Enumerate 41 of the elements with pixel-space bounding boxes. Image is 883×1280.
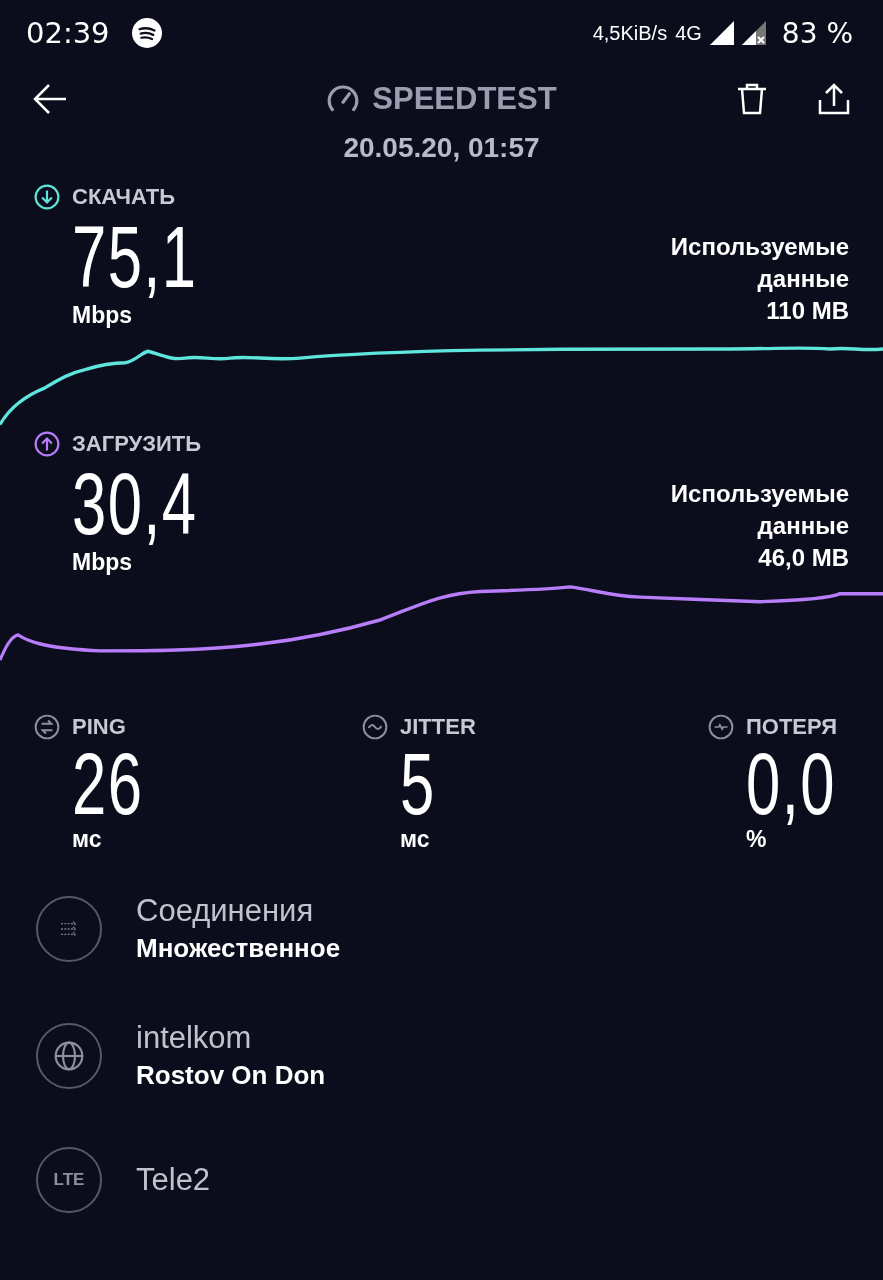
info-subtitle: Множественное bbox=[136, 933, 341, 964]
connections-icon bbox=[36, 895, 102, 962]
stat-label: PING bbox=[72, 714, 126, 740]
used-data-label: Используемые данные bbox=[669, 479, 849, 541]
speed-unit: Mbps bbox=[72, 302, 134, 329]
music-app-icon bbox=[131, 18, 162, 48]
used-data-value: 110 MB bbox=[766, 296, 849, 326]
loss-icon bbox=[708, 714, 734, 740]
stat-value: 5 bbox=[400, 740, 436, 828]
info-title: Соединения bbox=[136, 893, 315, 929]
battery-level: 83 % bbox=[781, 16, 853, 50]
info-title: intelkom bbox=[136, 1020, 253, 1056]
stat-unit: мс bbox=[72, 826, 102, 852]
info-subtitle: Rostov On Don bbox=[136, 1060, 326, 1091]
signal-icon bbox=[709, 21, 734, 45]
result-label: ЗАГРУЗИТЬ bbox=[72, 431, 202, 457]
globe-icon bbox=[36, 1022, 102, 1089]
stat-value: 0,0 bbox=[746, 740, 836, 828]
network-type: 4G bbox=[675, 21, 702, 45]
speed-value: 30,4 bbox=[72, 460, 198, 548]
share-icon[interactable] bbox=[817, 82, 851, 116]
app-title: SPEEDTEST bbox=[372, 81, 557, 117]
speed-value: 75,1 bbox=[72, 213, 198, 301]
ping-icon bbox=[34, 714, 60, 740]
no-signal-icon bbox=[741, 21, 766, 45]
speed-unit: Mbps bbox=[72, 549, 134, 576]
jitter-icon bbox=[362, 714, 388, 740]
result-label: СКАЧАТЬ bbox=[72, 184, 176, 210]
stat-unit: мс bbox=[400, 826, 430, 852]
clock: 02:39 bbox=[26, 16, 110, 50]
used-data-value: 46,0 MB bbox=[758, 543, 849, 573]
trash-icon[interactable] bbox=[735, 82, 769, 116]
used-data-label: Используемые данные bbox=[669, 232, 849, 294]
network-type-icon: LTE bbox=[36, 1147, 102, 1213]
info-title: Tele2 bbox=[136, 1162, 211, 1198]
network-speed: 4,5KiB/s bbox=[592, 21, 668, 45]
test-date: 20.05.20, 01:57 bbox=[342, 132, 541, 165]
stat-label: ПОТЕРЯ bbox=[746, 714, 837, 740]
stat-unit: % bbox=[746, 826, 767, 852]
stat-label: JITTER bbox=[400, 714, 476, 740]
stat-value: 26 bbox=[72, 740, 144, 828]
